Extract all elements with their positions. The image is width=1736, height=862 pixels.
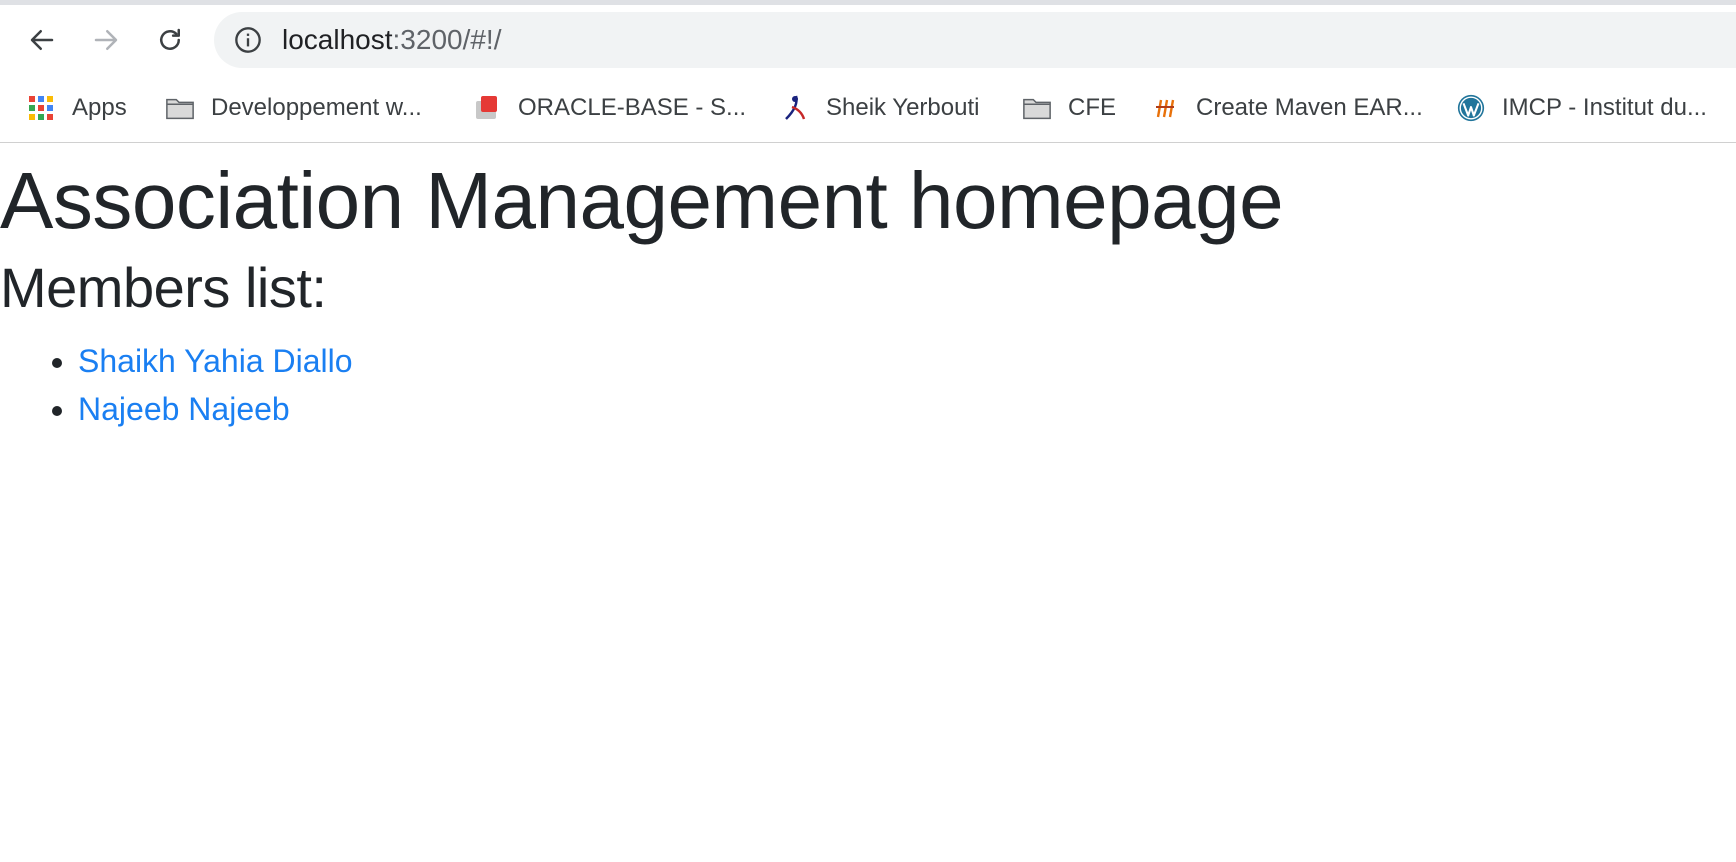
site-favicon-icon — [780, 93, 810, 123]
bookmark-developpement-folder[interactable]: Developpement w... — [165, 86, 422, 130]
browser-chrome: localhost:3200/#!/ Apps Developpement w.… — [0, 0, 1736, 143]
bookmark-label: Sheik Yerbouti — [826, 94, 980, 121]
list-item: Shaikh Yahia Diallo — [78, 337, 353, 385]
page-title: Association Management homepage — [0, 156, 1284, 245]
members-heading: Members list: — [0, 256, 327, 319]
site-favicon-icon — [1150, 93, 1180, 123]
url-text[interactable]: localhost:3200/#!/ — [282, 26, 502, 54]
url-host: localhost — [282, 24, 393, 55]
tab-strip-edge — [0, 0, 1736, 5]
bookmark-create-maven-ear[interactable]: Create Maven EAR... — [1150, 86, 1423, 130]
reload-button[interactable] — [148, 18, 192, 62]
bookmark-label: CFE — [1068, 94, 1116, 121]
bookmark-label: Create Maven EAR... — [1196, 94, 1423, 121]
apps-grid-icon — [26, 93, 56, 123]
folder-icon — [1022, 93, 1052, 123]
oracle-base-icon — [472, 93, 502, 123]
back-button[interactable] — [20, 18, 64, 62]
url-path: :3200/#!/ — [392, 24, 502, 55]
bookmark-oracle-base[interactable]: ORACLE-BASE - S... — [472, 86, 746, 130]
bookmark-label: IMCP - Institut du... — [1502, 94, 1707, 121]
bookmark-sheik-yerbouti[interactable]: Sheik Yerbouti — [780, 86, 979, 130]
bookmark-cfe-folder[interactable]: CFE — [1022, 86, 1116, 130]
list-item: Najeeb Najeeb — [78, 385, 353, 433]
page-content: Association Management homepage Members … — [0, 143, 1736, 862]
reload-icon — [160, 28, 180, 50]
bookmark-label: ORACLE-BASE - S... — [518, 94, 747, 121]
member-link[interactable]: Najeeb Najeeb — [78, 391, 290, 427]
arrow-right-icon — [94, 30, 118, 50]
wordpress-icon — [1456, 93, 1486, 123]
folder-icon — [165, 93, 195, 123]
member-link[interactable]: Shaikh Yahia Diallo — [78, 343, 353, 379]
bookmarks-bar: Apps Developpement w... ORACLE-BASE - S.… — [0, 86, 1736, 130]
address-bar[interactable]: localhost:3200/#!/ — [214, 12, 1736, 68]
bookmark-label: Developpement w... — [211, 94, 422, 121]
forward-button[interactable] — [84, 18, 128, 62]
info-icon[interactable] — [234, 26, 262, 54]
bookmark-imcp[interactable]: IMCP - Institut du... — [1456, 86, 1707, 130]
arrow-left-icon — [30, 30, 54, 50]
bookmark-apps[interactable]: Apps — [26, 86, 127, 130]
bookmark-label: Apps — [72, 94, 127, 121]
members-list: Shaikh Yahia Diallo Najeeb Najeeb — [0, 337, 353, 433]
